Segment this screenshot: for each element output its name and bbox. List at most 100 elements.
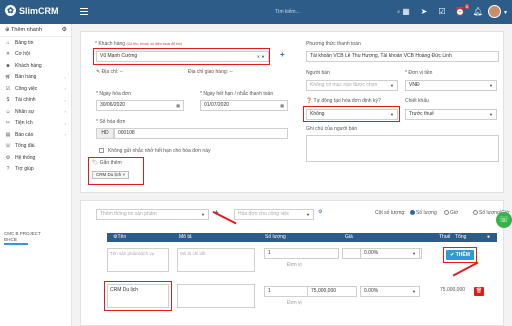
avatar[interactable]	[488, 5, 501, 18]
col-total: Tổng	[455, 234, 467, 240]
money-icon: $	[6, 97, 10, 104]
discount-select[interactable]: Trước thuế ▼	[405, 109, 497, 120]
alarm-icon[interactable]: ⏰ 0	[454, 4, 469, 18]
delete-row-button[interactable]: 🗑︎	[474, 287, 484, 296]
search-placeholder: Tìm kiếm...	[275, 9, 300, 15]
sidebar-item-2[interactable]: ☻ Khách hàng	[0, 60, 71, 72]
seller-select[interactable]: Không có mục nào được chọn ▼	[306, 80, 398, 91]
sidebar-item-9[interactable]: ☏ Tổng đài	[0, 141, 71, 153]
quick-add-label: Thêm nhanh	[11, 27, 42, 33]
chevron-right-icon: ›	[64, 74, 66, 80]
currency-select[interactable]: VNĐ ▼	[405, 80, 497, 91]
add-product-select[interactable]: Thêm thông tin sản phẩm ▼	[96, 209, 209, 220]
info-icon: ●	[487, 234, 491, 240]
new-product-desc[interactable]: Mô tả chi tiết	[177, 248, 255, 272]
tags-label: 🏷︎ Gắn thẻm	[92, 160, 122, 166]
settings-icon[interactable]: ⚙	[62, 24, 67, 37]
qty-mode-option-label: Giờ	[450, 210, 459, 216]
no-remind-checkbox[interactable]	[99, 148, 104, 153]
logo-icon: ✿	[5, 5, 16, 16]
menu-toggle-icon[interactable]	[80, 8, 88, 15]
col-product: ⚙ Tên sản phẩm	[113, 234, 130, 258]
sidebar: ⊕ Thêm nhanh ⚙ ⌂ Bảng tin ☀ Cơ hội ☻ Khách hà…	[0, 24, 72, 326]
tag-chip[interactable]: CRM Du lịch ×	[92, 171, 130, 179]
tasks-icon[interactable]: ☑	[436, 6, 448, 18]
sidebar-item-7[interactable]: ✂ Tiện ích ›	[0, 118, 71, 130]
calendar-icon[interactable]: ▦	[400, 6, 412, 18]
invoice-number-label: * Số hóa đơn	[96, 119, 126, 125]
payment-select[interactable]: Tài khoản VCB Lê Thu Hương, Tài khoản VC…	[306, 51, 499, 62]
sidebar-item-label: Tài chính	[15, 97, 36, 104]
col-tax: Thuế	[439, 234, 451, 240]
cart-icon: 🛒︎	[4, 74, 12, 81]
highlight-box-row	[104, 281, 172, 311]
order-date-label: * Ngày hóa đơn	[96, 91, 131, 97]
sidebar-item-8[interactable]: ▤ Báo cáo ›	[0, 129, 71, 141]
items-table-header: ⚙ Tên sản phẩm Mô tả Số lượng Giá Thuế T…	[107, 233, 497, 258]
home-icon: ⌂	[6, 39, 10, 46]
row-product-desc[interactable]	[177, 284, 255, 308]
chat-fab-icon[interactable]: ☏	[496, 212, 512, 228]
ship-address-label: Địa chỉ giao hàng: --	[188, 69, 233, 75]
settings-icon[interactable]: ⚙	[318, 209, 322, 215]
col-desc: Mô tả	[179, 234, 192, 240]
no-remind-label: Không gửi nhắc nhở hết hạn cho hóa đơn n…	[108, 148, 211, 154]
new-unit: Đơn vị	[287, 262, 302, 268]
new-qty-input[interactable]: 1	[264, 248, 339, 259]
invoice-prefix: HD	[96, 128, 114, 139]
sidebar-item-label: Công việc	[15, 85, 38, 92]
app-logo[interactable]: ✿ SlimCRM	[5, 5, 59, 16]
row-price-input[interactable]: 75,000,000	[307, 286, 357, 297]
top-bar: ✿ SlimCRM Tìm kiếm... ⌕ ▦ ➤ ☑ ⏰ 0 🔔︎ ▼	[0, 0, 512, 24]
sidebar-item-5[interactable]: $ Tài chính ›	[0, 95, 71, 107]
qty-mode-label: Cột số lượng:	[375, 210, 406, 216]
qty-mode-radio[interactable]	[444, 210, 449, 215]
sidebar-item-4[interactable]: ☑ Công việc ›	[0, 83, 71, 95]
sidebar-item-label: Cơ hội	[15, 51, 30, 58]
bell-icon[interactable]: 🔔︎	[472, 6, 484, 18]
payment-label: Phương thức thanh toán	[306, 41, 361, 47]
sidebar-item-label: Hệ thống	[15, 154, 36, 161]
highlight-box-customer	[93, 48, 270, 65]
row-tax-select[interactable]: 0.00% ▼	[360, 286, 420, 297]
auto-create-label: ❓ Tự động tạo hóa đơn định kỳ?	[306, 98, 381, 104]
note-textarea[interactable]	[306, 135, 499, 162]
sidebar-item-6[interactable]: ☺ Nhân sự ›	[0, 106, 71, 118]
sidebar-footer: CMC B PROJECT ĐHCB	[4, 231, 41, 243]
chevron-right-icon: ›	[64, 132, 66, 137]
row-total: 75,000,000	[440, 287, 466, 293]
sidebar-item-3[interactable]: 🛒︎ Bán hàng ›	[0, 72, 71, 84]
tools-icon: ✂	[5, 120, 11, 127]
customer-label: * Khách hàng (Gõ tên, email, số điện tho…	[95, 41, 183, 47]
qty-mode-radio[interactable]	[410, 210, 415, 215]
qty-mode-radio[interactable]	[473, 210, 478, 215]
sidebar-item-0[interactable]: ⌂ Bảng tin	[0, 37, 71, 49]
sidebar-item-1[interactable]: ☀ Cơ hội	[0, 49, 71, 61]
sidebar-item-label: Tổng đài	[15, 143, 35, 150]
sidebar-item-10[interactable]: ⚙ Hệ thống	[0, 152, 71, 164]
sidebar-menu: ⌂ Bảng tin ☀ Cơ hội ☻ Khách hàng 🛒︎ Bán hàng › ☑ C…	[0, 37, 71, 175]
calendar-icon: ▦	[280, 103, 284, 108]
order-date-input[interactable]: 30/06/2020 ▦	[96, 100, 184, 111]
sidebar-item-11[interactable]: ? Trợ giúp	[0, 164, 71, 176]
due-date-input[interactable]: 01/07/2020 ▦	[200, 100, 288, 111]
chevron-right-icon: ›	[64, 86, 66, 91]
tax-select[interactable]: Hóa đơn cho công việc ▼	[234, 209, 314, 220]
highlight-box-auto-create	[303, 106, 400, 122]
new-product-name[interactable]: Tên sản phẩm/dịch vụ	[107, 248, 169, 272]
sidebar-item-label: Tiện ích	[15, 120, 33, 127]
sidebar-item-label: Bán hàng	[15, 74, 37, 81]
search-input[interactable]: Tìm kiếm... ⌕	[275, 7, 400, 18]
help-icon: ?	[6, 166, 10, 173]
address-label: ✎ Địa chỉ: --	[96, 69, 124, 75]
new-tax-select[interactable]: 0.00% ▼	[360, 248, 420, 259]
send-icon[interactable]: ➤	[418, 6, 430, 18]
chevron-right-icon: ›	[64, 120, 66, 126]
sidebar-item-label: Bảng tin	[15, 39, 34, 46]
invoice-number-input[interactable]: 000108	[114, 128, 288, 139]
add-customer-button[interactable]: +	[280, 50, 285, 59]
quick-add-button[interactable]: ⊕ Thêm nhanh ⚙	[0, 24, 71, 37]
sidebar-item-label: Báo cáo	[15, 131, 34, 138]
check-icon: ☑	[5, 85, 11, 92]
chevron-down-icon[interactable]: ▼	[503, 10, 508, 16]
